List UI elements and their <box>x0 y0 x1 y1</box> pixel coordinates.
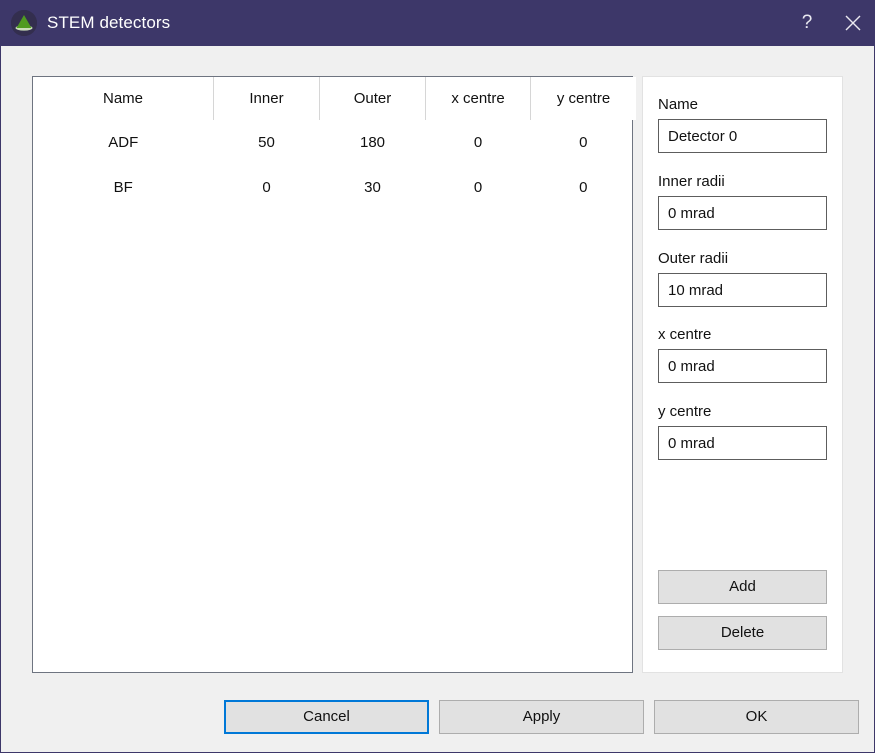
cancel-button[interactable]: Cancel <box>224 700 429 734</box>
close-icon[interactable] <box>830 0 874 46</box>
detector-table: Name Inner Outer x centre y centre ADF 5… <box>33 77 636 210</box>
outer-radii-field[interactable] <box>658 273 827 307</box>
table-row[interactable]: ADF 50 180 0 0 <box>33 120 636 165</box>
table-row[interactable]: BF 0 30 0 0 <box>33 165 636 210</box>
cell-name[interactable]: ADF <box>33 120 214 165</box>
table-body: ADF 50 180 0 0 BF 0 30 0 0 <box>33 120 636 210</box>
stem-detectors-dialog: STEM detectors ? Name Inner Outer x cent… <box>0 0 875 753</box>
delete-button[interactable]: Delete <box>658 616 827 650</box>
detector-table-panel: Name Inner Outer x centre y centre ADF 5… <box>32 76 636 673</box>
outer-radii-label: Outer radii <box>658 250 729 267</box>
column-header-x-centre[interactable]: x centre <box>425 77 531 120</box>
cell-inner[interactable]: 50 <box>214 120 320 165</box>
x-centre-field[interactable] <box>658 349 827 383</box>
cell-x-centre[interactable]: 0 <box>426 165 531 210</box>
title-bar: STEM detectors ? <box>1 0 874 46</box>
inner-radii-label: Inner radii <box>658 173 725 190</box>
cell-inner[interactable]: 0 <box>214 165 320 210</box>
cell-x-centre[interactable]: 0 <box>426 120 531 165</box>
ok-button[interactable]: OK <box>654 700 859 734</box>
y-centre-label: y centre <box>658 403 712 420</box>
cell-outer[interactable]: 180 <box>320 120 426 165</box>
table-header: Name Inner Outer x centre y centre <box>33 77 636 120</box>
cell-y-centre[interactable]: 0 <box>531 165 637 210</box>
add-button[interactable]: Add <box>658 570 827 604</box>
column-header-inner[interactable]: Inner <box>213 77 320 120</box>
apply-button[interactable]: Apply <box>439 700 644 734</box>
column-header-y-centre[interactable]: y centre <box>530 77 636 120</box>
dialog-content: Name Inner Outer x centre y centre ADF 5… <box>1 46 874 751</box>
detector-editor-panel: Name Inner radii Outer radii x centre y … <box>642 76 843 673</box>
cell-y-centre[interactable]: 0 <box>531 120 637 165</box>
inner-radii-field[interactable] <box>658 196 827 230</box>
name-field[interactable] <box>658 119 827 153</box>
cell-outer[interactable]: 30 <box>320 165 426 210</box>
cell-name[interactable]: BF <box>33 165 214 210</box>
window-title: STEM detectors <box>47 13 171 32</box>
help-button[interactable]: ? <box>784 0 830 46</box>
name-label: Name <box>658 96 699 113</box>
y-centre-field[interactable] <box>658 426 827 460</box>
column-header-outer[interactable]: Outer <box>319 77 426 120</box>
table-header-row: Name Inner Outer x centre y centre <box>33 77 636 120</box>
cone-icon <box>11 10 37 36</box>
x-centre-label: x centre <box>658 326 712 343</box>
column-header-name[interactable]: Name <box>33 77 214 120</box>
